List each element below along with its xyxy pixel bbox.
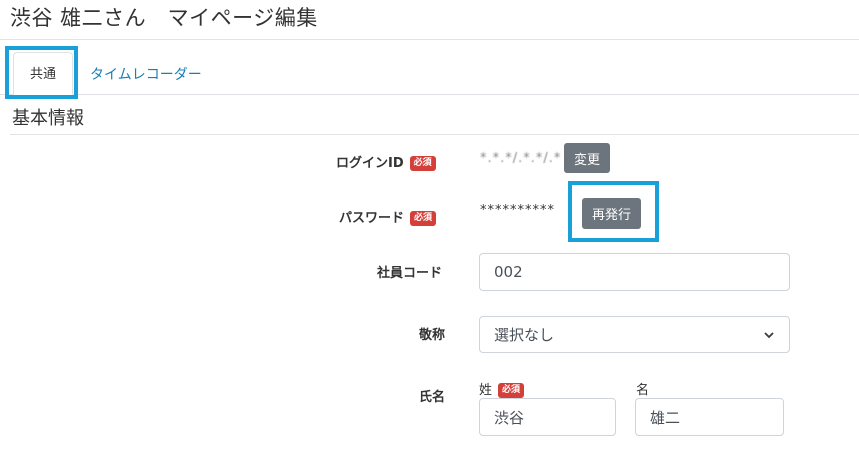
first-name-input[interactable]: 雄二: [635, 398, 784, 436]
name-label: 氏名: [419, 390, 446, 405]
first-name-label: 名: [636, 383, 650, 398]
employee-code-value: 002: [494, 263, 523, 281]
password-label-text: パスワード: [339, 211, 405, 226]
required-badge: 必須: [409, 156, 436, 171]
tab-time-recorder[interactable]: タイムレコーダー: [90, 64, 202, 84]
password-label: パスワード 必須: [339, 207, 437, 226]
required-badge: 必須: [410, 211, 437, 226]
first-name-value: 雄二: [650, 408, 681, 427]
employee-code-label: 社員コード: [377, 266, 443, 281]
honorific-selected-value: 選択なし: [494, 326, 555, 344]
tab-bar-divider: [0, 94, 859, 95]
honorific-select[interactable]: 選択なし: [479, 316, 790, 353]
section-title: 基本情報: [12, 108, 84, 129]
mypage-edit-page: 渋谷 雄二さん マイページ編集 共通 タイムレコーダー 基本情報 ログインID 必…: [0, 0, 859, 449]
employee-code-input[interactable]: 002: [479, 253, 790, 291]
honorific-label: 敬称: [419, 328, 446, 343]
login-id-masked-value: *.*.*/.*.*/.*: [480, 151, 562, 166]
page-title: 渋谷 雄二さん マイページ編集: [10, 6, 318, 30]
login-id-value: *.*.*/.*.*/.*: [480, 151, 561, 166]
title-divider: [0, 39, 859, 40]
last-name-label-text: 姓: [479, 383, 493, 398]
login-id-label: ログインID 必須: [336, 152, 436, 171]
tab-common[interactable]: 共通: [13, 52, 73, 95]
section-divider: [10, 134, 859, 135]
required-badge: 必須: [498, 383, 525, 398]
change-login-id-button[interactable]: 変更: [564, 143, 610, 173]
chevron-down-icon: [764, 331, 774, 338]
last-name-value: 渋谷: [494, 408, 525, 427]
last-name-input[interactable]: 渋谷: [479, 398, 616, 436]
reissue-password-button[interactable]: 再発行: [582, 198, 641, 229]
password-value: **********: [480, 203, 555, 218]
last-name-label: 姓必須: [479, 379, 525, 398]
login-id-label-text: ログインID: [336, 156, 404, 171]
